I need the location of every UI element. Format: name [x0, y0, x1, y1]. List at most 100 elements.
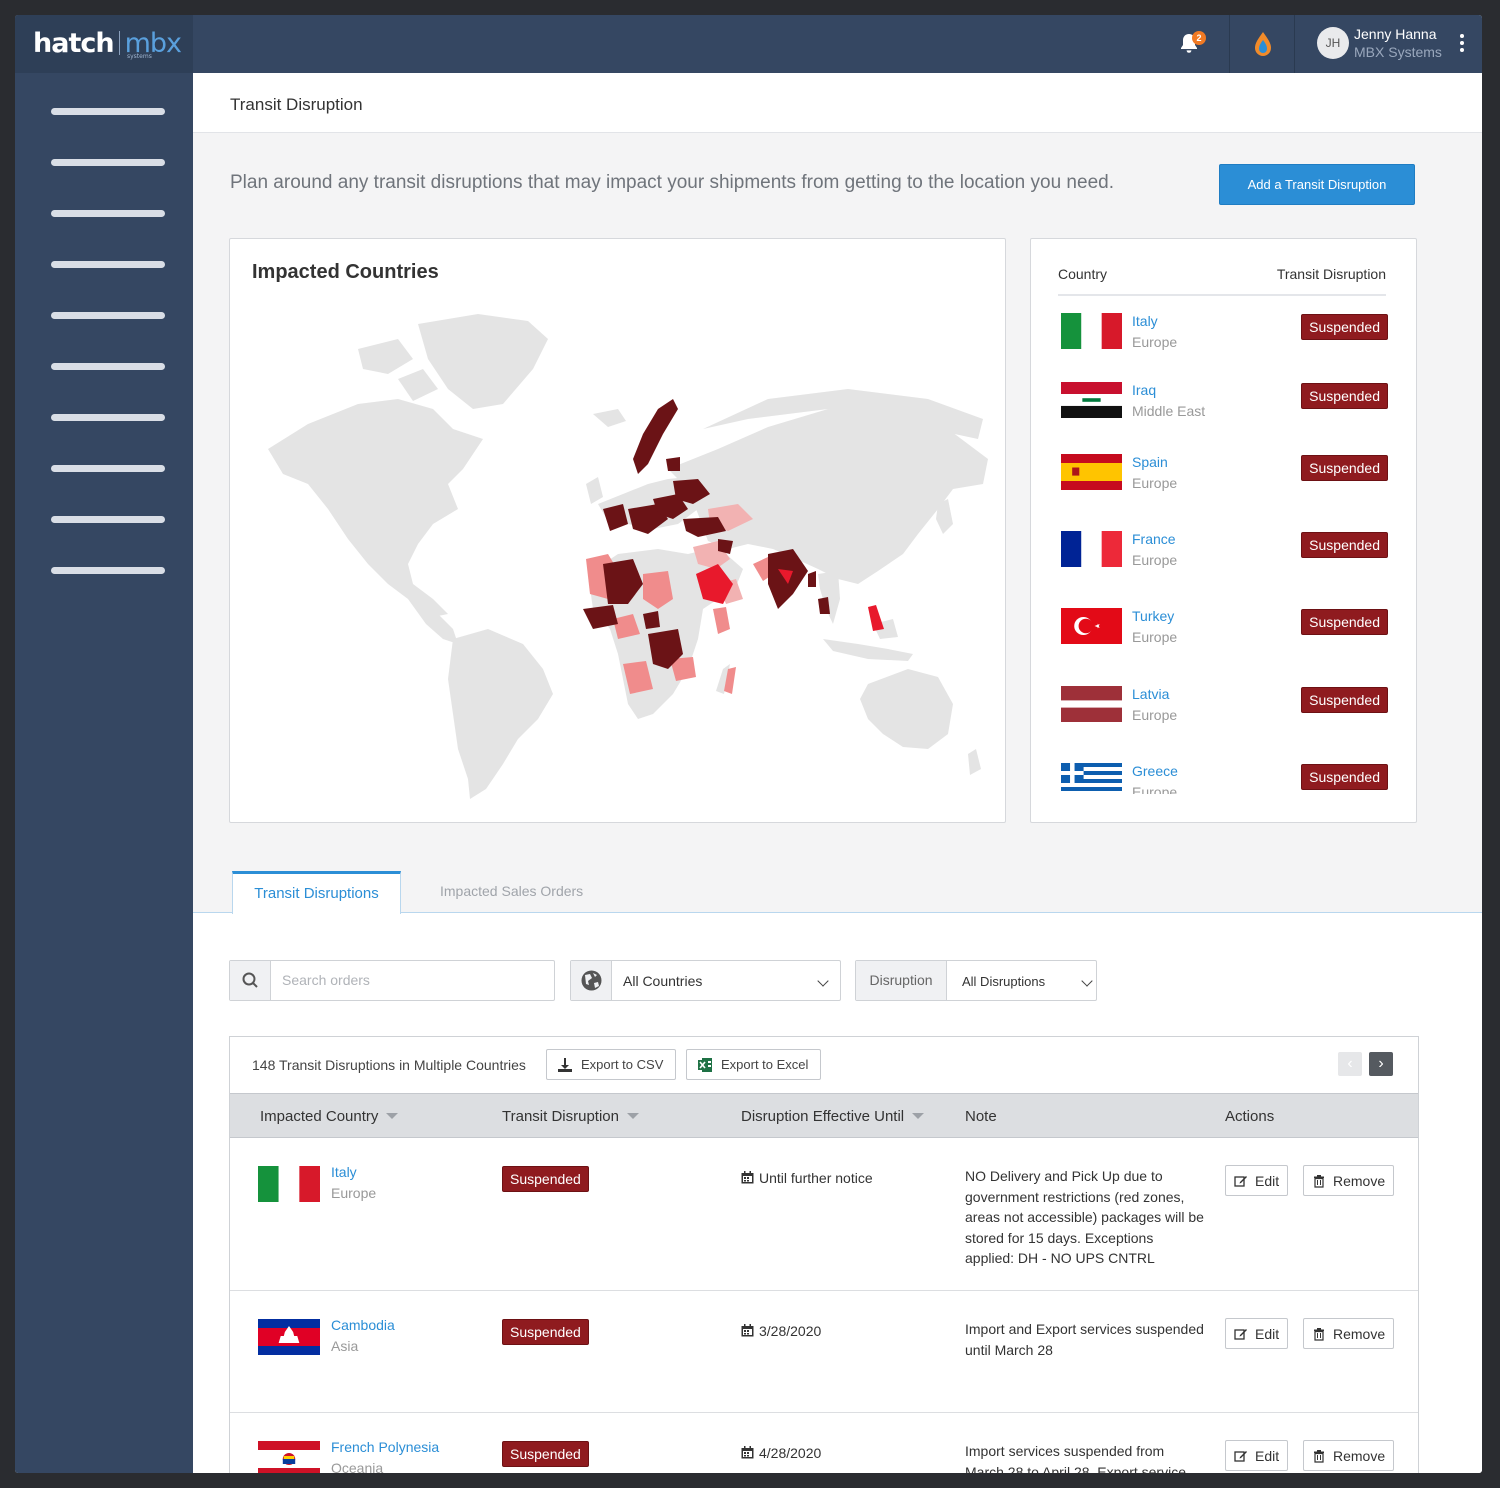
column-header-country[interactable]: Impacted Country [260, 1108, 399, 1125]
search-input[interactable] [282, 972, 542, 988]
country-column-header: Country [1058, 266, 1108, 282]
country-region: Europe [1132, 629, 1178, 645]
trash-icon [1314, 1328, 1324, 1341]
remove-button[interactable]: Remove [1303, 1440, 1395, 1471]
country-name[interactable]: France [1132, 531, 1176, 547]
country-name[interactable]: Greece [1132, 763, 1178, 779]
calendar-icon [741, 1446, 754, 1459]
france-flag-icon [1061, 531, 1122, 567]
list-item[interactable]: France Europe Suspended [1058, 522, 1388, 582]
italy-flag-icon [1061, 313, 1122, 349]
add-transit-disruption-button[interactable]: Add a Transit Disruption [1219, 164, 1415, 205]
sidebar-item[interactable] [51, 363, 165, 370]
italy-flag-icon [258, 1166, 320, 1202]
edit-icon [1234, 1329, 1247, 1340]
table-row: French Polynesia Oceania Suspended 4/28/… [230, 1413, 1418, 1473]
country-region: Oceania [331, 1460, 384, 1473]
disruption-filter-value: All Disruptions [962, 974, 1046, 989]
edit-button[interactable]: Edit [1225, 1440, 1289, 1471]
country-list[interactable]: Italy Europe Suspended Iraq Middle East … [1031, 299, 1416, 794]
country-region: Europe [1132, 552, 1178, 568]
sidebar-item[interactable] [51, 261, 165, 268]
sort-icon[interactable] [626, 1113, 639, 1119]
column-header-disruption[interactable]: Transit Disruption [502, 1108, 639, 1125]
export-csv-label: Export to CSV [581, 1057, 664, 1072]
search-icon[interactable] [230, 961, 271, 1000]
page-title: Transit Disruption [230, 95, 363, 114]
status-badge: Suspended [1301, 314, 1388, 340]
list-item[interactable]: Iraq Middle East Suspended [1058, 373, 1388, 433]
country-name[interactable]: Spain [1132, 454, 1168, 470]
tab-impacted-sales-orders[interactable]: Impacted Sales Orders [440, 883, 583, 899]
country-region: Europe [331, 1185, 377, 1201]
note-text: Import services suspended from March 28 … [965, 1443, 1186, 1473]
app-window: hatch mbx systems 2 JH Jenny Hanna MBX Sys… [15, 15, 1482, 1473]
sidebar-item[interactable] [51, 210, 165, 217]
sidebar-item[interactable] [51, 516, 165, 523]
country-link[interactable]: French Polynesia [331, 1439, 439, 1455]
status-badge: Suspended [502, 1319, 589, 1345]
table-row: Cambodia Asia Suspended 3/28/2020 Import… [230, 1291, 1418, 1413]
status-badge: Suspended [502, 1166, 589, 1192]
sidebar-item[interactable] [51, 312, 165, 319]
export-csv-button[interactable]: Export to CSV [546, 1049, 677, 1080]
logo-area[interactable]: hatch mbx systems [15, 15, 193, 73]
country-name[interactable]: Italy [1132, 313, 1158, 329]
column-header-actions: Actions [1225, 1108, 1275, 1125]
effective-until: 4/28/2020 [741, 1445, 821, 1461]
edit-icon [1234, 1176, 1247, 1187]
sidebar-item[interactable] [51, 414, 165, 421]
list-item[interactable]: Spain Europe Suspended [1058, 445, 1388, 505]
edit-icon [1234, 1451, 1247, 1462]
logo: hatch mbx systems [33, 28, 182, 60]
remove-button[interactable]: Remove [1303, 1165, 1395, 1196]
sidebar-item[interactable] [51, 465, 165, 472]
country-filter-select[interactable]: All Countries [570, 960, 841, 1001]
country-region: Europe [1132, 784, 1178, 794]
page-intro: Plan around any transit disruptions that… [230, 172, 1114, 193]
status-badge: Suspended [1301, 532, 1388, 558]
avatar[interactable]: JH [1317, 27, 1349, 59]
world-map[interactable] [248, 309, 993, 804]
country-region: Europe [1132, 334, 1178, 350]
list-item[interactable]: Greece Europe Suspended [1058, 754, 1388, 794]
country-link[interactable]: Italy [331, 1164, 357, 1180]
list-item[interactable]: Latvia Europe Suspended [1058, 677, 1388, 737]
disruptions-table-card: 148 Transit Disruptions in Multiple Coun… [229, 1036, 1419, 1473]
country-name[interactable]: Iraq [1132, 382, 1156, 398]
country-link[interactable]: Cambodia [331, 1317, 395, 1333]
excel-icon [698, 1058, 712, 1072]
sidebar-item[interactable] [51, 567, 165, 574]
sidebar-item[interactable] [51, 108, 165, 115]
app-drop-icon[interactable] [1253, 31, 1273, 57]
edit-button[interactable]: Edit [1225, 1318, 1289, 1349]
country-name[interactable]: Turkey [1132, 608, 1174, 624]
map-title: Impacted Countries [252, 261, 439, 283]
status-badge: Suspended [1301, 764, 1388, 790]
status-badge: Suspended [1301, 383, 1388, 409]
effective-until: 3/28/2020 [741, 1323, 821, 1339]
sidebar-item[interactable] [51, 159, 165, 166]
column-header-note: Note [965, 1108, 997, 1125]
user-org: MBX Systems [1354, 44, 1442, 60]
edit-button[interactable]: Edit [1225, 1165, 1289, 1196]
user-name[interactable]: Jenny Hanna [1354, 26, 1437, 42]
export-excel-button[interactable]: Export to Excel [686, 1049, 822, 1080]
sort-icon[interactable] [386, 1113, 399, 1119]
list-item[interactable]: Turkey Europe Suspended [1058, 599, 1388, 659]
divider [1229, 15, 1230, 73]
notification-count-badge: 2 [1192, 31, 1206, 45]
sort-icon[interactable] [912, 1113, 925, 1119]
previous-page-button[interactable]: ‹ [1338, 1052, 1362, 1076]
disruption-filter-select[interactable]: Disruption All Disruptions [855, 960, 1097, 1001]
more-menu-icon[interactable] [1455, 34, 1469, 56]
country-name[interactable]: Latvia [1132, 686, 1169, 702]
column-header-until[interactable]: Disruption Effective Until [741, 1108, 925, 1125]
effective-until: Until further notice [741, 1170, 873, 1186]
divider [1294, 15, 1295, 73]
remove-button[interactable]: Remove [1303, 1318, 1395, 1349]
country-filter-value: All Countries [623, 973, 703, 989]
next-page-button[interactable]: › [1369, 1052, 1393, 1076]
tab-transit-disruptions[interactable]: Transit Disruptions [232, 871, 401, 914]
list-item[interactable]: Italy Europe Suspended [1058, 304, 1388, 364]
